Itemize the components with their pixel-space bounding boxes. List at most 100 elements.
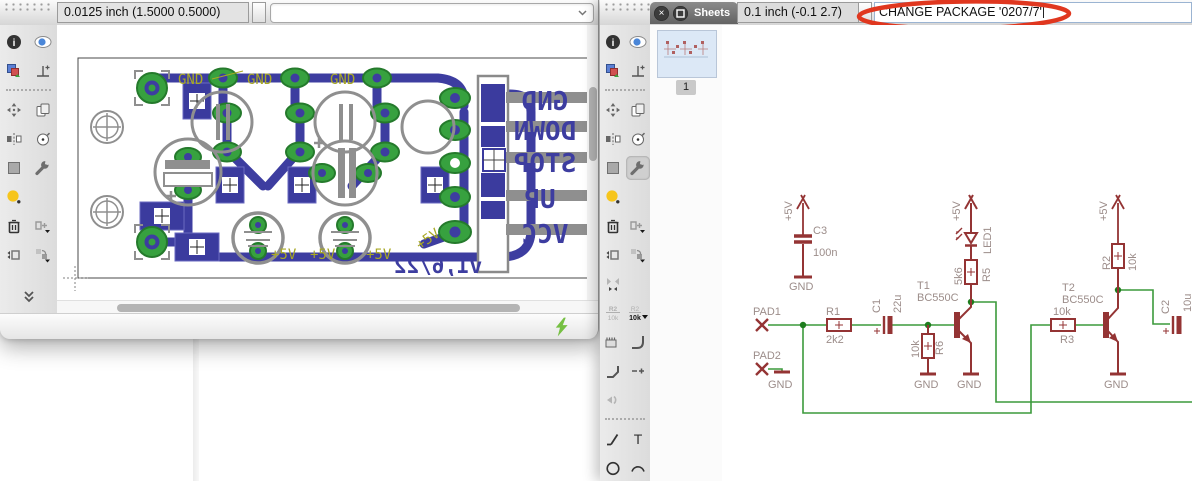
- svg-text:10k: 10k: [1053, 306, 1071, 318]
- mark-icon[interactable]: [31, 59, 55, 83]
- mirror-icon[interactable]: [601, 127, 625, 151]
- svg-text:BC550C: BC550C: [1062, 294, 1104, 306]
- board-hscroll-thumb[interactable]: [117, 304, 520, 312]
- smash-icon[interactable]: [601, 330, 625, 354]
- gateswap-icon[interactable]: [31, 214, 55, 238]
- arc-tool-icon[interactable]: [626, 456, 650, 480]
- svg-text:PAD2: PAD2: [753, 350, 781, 362]
- replace-icon[interactable]: [626, 243, 650, 267]
- circle-tool-icon[interactable]: [601, 456, 625, 480]
- text-tool-icon[interactable]: T: [626, 427, 650, 451]
- svg-text:10u: 10u: [1182, 294, 1192, 312]
- detach-panel-icon[interactable]: [673, 6, 688, 21]
- background-window-edge: [193, 338, 199, 481]
- sheets-panel: 1: [650, 25, 723, 481]
- board-canvas[interactable]: GND GND GND +5V +5V +5V +5V GND DOWN STO…: [57, 25, 598, 300]
- svg-text:100n: 100n: [813, 247, 837, 259]
- svg-text:i: i: [611, 38, 614, 49]
- mark-icon[interactable]: [626, 59, 650, 83]
- symbols: [756, 195, 1179, 375]
- board-topbar: 0.0125 inch (1.5000 0.5000): [0, 0, 598, 26]
- copy-icon[interactable]: [626, 98, 650, 122]
- show-eye-icon[interactable]: [31, 30, 55, 54]
- miter-round-icon[interactable]: [626, 330, 650, 354]
- chevron-down-icon: [578, 10, 587, 16]
- pinswap-icon[interactable]: [601, 243, 625, 267]
- empty-slot: [626, 388, 650, 412]
- svg-text:10k: 10k: [607, 315, 618, 322]
- delete-trash-icon[interactable]: [2, 214, 26, 238]
- svg-text:+5V: +5V: [366, 247, 392, 263]
- mirror-icon[interactable]: [2, 127, 26, 151]
- paste-icon[interactable]: [2, 185, 26, 209]
- command-input[interactable]: CHANGE PACKAGE '0207/7': [874, 2, 1192, 23]
- board-statusbar: [0, 313, 598, 339]
- board-command-combobox[interactable]: [270, 3, 594, 23]
- svg-text:GND: GND: [768, 379, 793, 391]
- schematic-canvas[interactable]: +5V +5V +5V C3 100n GND PAD1 PAD2 GND R1…: [722, 25, 1192, 481]
- board-editor-window: 0.0125 inch (1.5000 0.5000) i: [0, 0, 599, 338]
- display-layers-icon[interactable]: [601, 59, 625, 83]
- command-input-text: CHANGE PACKAGE '0207/7': [879, 5, 1042, 19]
- miter-straight-icon[interactable]: [601, 359, 625, 383]
- change-wrench-icon[interactable]: [31, 156, 55, 180]
- svg-text:2k2: 2k2: [826, 334, 844, 346]
- drc-lightning-icon[interactable]: [552, 317, 572, 337]
- gateswap-icon[interactable]: [626, 214, 650, 238]
- svg-text:UP: UP: [524, 185, 555, 215]
- info-icon[interactable]: i: [601, 30, 625, 54]
- rotate-icon[interactable]: [31, 127, 55, 151]
- svg-text:GND: GND: [178, 72, 203, 88]
- group-icon[interactable]: [2, 156, 26, 180]
- schematic-coordinate-display: 0.1 inch (-0.1 2.7): [737, 2, 861, 23]
- close-icon[interactable]: ×: [654, 6, 669, 21]
- empty-slot: [626, 272, 650, 296]
- svg-text:GND: GND: [789, 281, 814, 293]
- show-eye-icon[interactable]: [626, 30, 650, 54]
- schematic-topbar-separator-button[interactable]: [858, 2, 872, 23]
- value-icon[interactable]: R210k: [626, 301, 650, 325]
- rotate-icon[interactable]: [626, 127, 650, 151]
- board-vscroll-thumb[interactable]: [589, 87, 597, 161]
- delete-trash-icon[interactable]: [601, 214, 625, 238]
- board-toolbar-drag-handle[interactable]: [3, 2, 53, 11]
- svg-text:GND: GND: [247, 72, 272, 88]
- move-icon[interactable]: [2, 98, 26, 122]
- svg-text:+5V: +5V: [310, 247, 336, 263]
- wire-icon[interactable]: [601, 427, 625, 451]
- svg-text:C3: C3: [813, 225, 827, 237]
- empty-slot: [626, 185, 650, 209]
- invoke-gate-icon[interactable]: [601, 388, 625, 412]
- copy-icon[interactable]: [31, 98, 55, 122]
- name-icon[interactable]: R210k: [601, 301, 625, 325]
- board-vertical-scrollbar[interactable]: [587, 25, 598, 300]
- board-topbar-separator-button[interactable]: [252, 2, 266, 23]
- paste-icon[interactable]: [601, 185, 625, 209]
- change-wrench-icon[interactable]: [626, 156, 650, 180]
- svg-text:10k: 10k: [629, 315, 641, 322]
- toolbar-expand-chevron-icon[interactable]: [17, 285, 41, 309]
- close-glyph: ×: [659, 8, 665, 19]
- schematic-drawing: +5V +5V +5V C3 100n GND PAD1 PAD2 GND R1…: [722, 25, 1192, 481]
- info-icon[interactable]: i: [2, 30, 26, 54]
- svg-text:R2: R2: [630, 306, 639, 313]
- svg-text:GND: GND: [914, 379, 939, 391]
- optimize-icon[interactable]: [601, 272, 625, 296]
- desktop: 0.0125 inch (1.5000 0.5000) i: [0, 0, 1192, 481]
- svg-text:T1: T1: [917, 280, 930, 292]
- move-icon[interactable]: [601, 98, 625, 122]
- sheet-thumbnail[interactable]: [657, 30, 717, 78]
- svg-text:R5: R5: [981, 268, 993, 282]
- display-layers-icon[interactable]: [2, 59, 26, 83]
- board-horizontal-scrollbar[interactable]: [57, 300, 598, 314]
- replace-icon[interactable]: [31, 243, 55, 267]
- schematic-toolbar-drag-handle[interactable]: [603, 2, 653, 11]
- schematic-labels: +5V +5V +5V C3 100n GND PAD1 PAD2 GND R1…: [753, 200, 1192, 391]
- group-icon[interactable]: [601, 156, 625, 180]
- pinswap-icon[interactable]: [2, 243, 26, 267]
- sheets-tab-label[interactable]: Sheets: [694, 7, 730, 19]
- svg-text:10k: 10k: [1127, 253, 1139, 271]
- split-icon[interactable]: [626, 359, 650, 383]
- svg-text:T2: T2: [1062, 282, 1075, 294]
- sheet-number-badge[interactable]: 1: [676, 80, 696, 95]
